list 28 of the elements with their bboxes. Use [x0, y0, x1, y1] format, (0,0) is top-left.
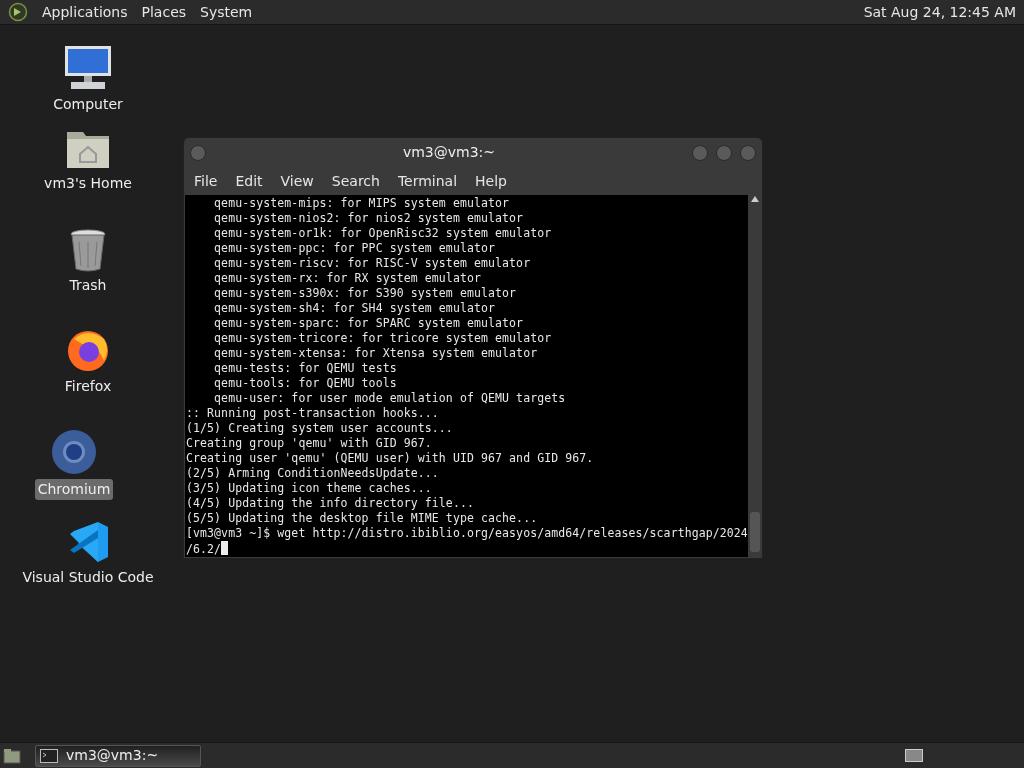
menu-item[interactable]: Edit [227, 170, 271, 192]
menu-item[interactable]: Search [323, 170, 388, 192]
app-menu-icon[interactable] [8, 2, 28, 22]
terminal-icon [40, 748, 58, 763]
desktop-icon-label[interactable]: Trash [66, 275, 110, 296]
desktop-icon-label[interactable]: Computer [50, 94, 126, 115]
desktop-icon-label[interactable]: Visual Studio Code [19, 567, 157, 588]
menu-item[interactable]: File [186, 170, 226, 192]
trash-icon[interactable] [69, 228, 107, 272]
computer-icon[interactable] [63, 45, 113, 91]
menu-item[interactable]: Terminal [389, 170, 466, 192]
menu-item[interactable]: Help [467, 170, 515, 192]
menu-item[interactable]: View [272, 170, 322, 192]
scrollbar-thumb[interactable] [750, 512, 760, 552]
text-cursor [221, 541, 229, 555]
desktop-icon-label[interactable]: Firefox [61, 376, 115, 397]
terminal-output: qemu-system-mips: for MIPS system emulator qemu-system-nios2: for nios2 system emulator qemu-system-or1k: for OpenRisc32 system emulator qemu-system-ppc: for PPC system emulator qemu-system-riscv: for RISC-V system emulator qemu-system-rx: for RX system emulator qemu-system-s390x: for S390 system emulator qemu-system-sh4: for SH4 system emulator qemu-system-sparc: for SPARC system emulator qemu-system-tricore: for tricore system emulator qemu-system-xtensa: for Xtensa system emulator qemu-tests: for QEMU tests qemu-tools: for QEMU tools qemu-user: for user mode emulation of QEMU targets :: Running post-transaction hooks... (1/5) Creating system user accounts... Creating group 'qemu' with GID 967. Creating user 'qemu' (QEMU user) with UID 967 and GID 967. (2/5) Arming ConditionNeedsUpdate... (3/5) Updating icon theme caches... (4/5) Updating the info directory file... (5/5) Updating the desktop file MIME type cache... [vm3@vm3 ~]$ wget http://distro.ibiblio.org/easyos/amd64/releases/scarthgap/2024 /6.2/ [185, 195, 748, 557]
scroll-up-icon[interactable] [751, 196, 759, 202]
clock[interactable]: Sat Aug 24, 12:45 AM [863, 1, 1016, 23]
desktop-icon-label[interactable]: Chromium [34, 479, 114, 500]
window-title: vm3@vm3:~ [402, 143, 496, 163]
panel-menu[interactable]: System [200, 1, 253, 23]
desktop-icon-label[interactable]: vm3's Home [41, 173, 135, 194]
panel-menu[interactable]: Places [141, 1, 187, 23]
taskbar-button[interactable]: vm3@vm3:~ [35, 744, 201, 767]
chromium-icon[interactable] [50, 428, 98, 476]
panel-menu[interactable]: Applications [42, 1, 128, 23]
workspace-switcher[interactable] [905, 749, 923, 762]
